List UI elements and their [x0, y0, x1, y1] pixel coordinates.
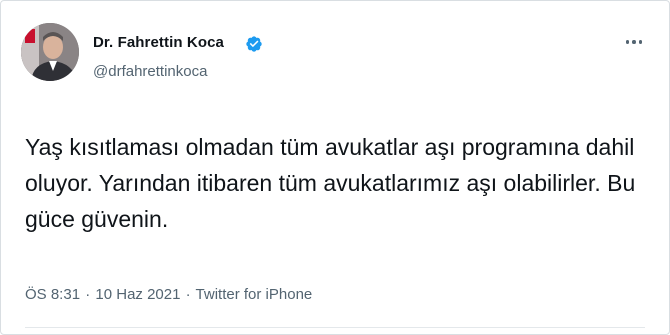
- tweet-text: Yaş kısıtlaması olmadan tüm avukatlar aş…: [25, 134, 636, 232]
- user-display-name[interactable]: Dr. Fahrettin Koca: [93, 34, 224, 51]
- tweet-source[interactable]: Twitter for iPhone: [196, 286, 313, 303]
- more-options-icon[interactable]: [619, 31, 649, 53]
- tweet-date[interactable]: 10 Haz 2021: [95, 286, 180, 303]
- avatar[interactable]: [21, 23, 79, 81]
- verified-badge-icon: [246, 36, 262, 52]
- tweet-time[interactable]: ÖS 8:31: [25, 286, 80, 303]
- avatar-photo-icon: [21, 23, 79, 81]
- meta-separator: ·: [85, 286, 91, 303]
- tweet-card: Dr. Fahrettin Koca @drfahrettinkoca Yaş …: [0, 0, 670, 335]
- divider: [25, 327, 645, 328]
- meta-separator: ·: [185, 286, 191, 303]
- user-handle[interactable]: @drfahrettinkoca: [93, 63, 207, 80]
- tweet-metadata: ÖS 8:31 · 10 Haz 2021 · Twitter for iPho…: [25, 286, 312, 303]
